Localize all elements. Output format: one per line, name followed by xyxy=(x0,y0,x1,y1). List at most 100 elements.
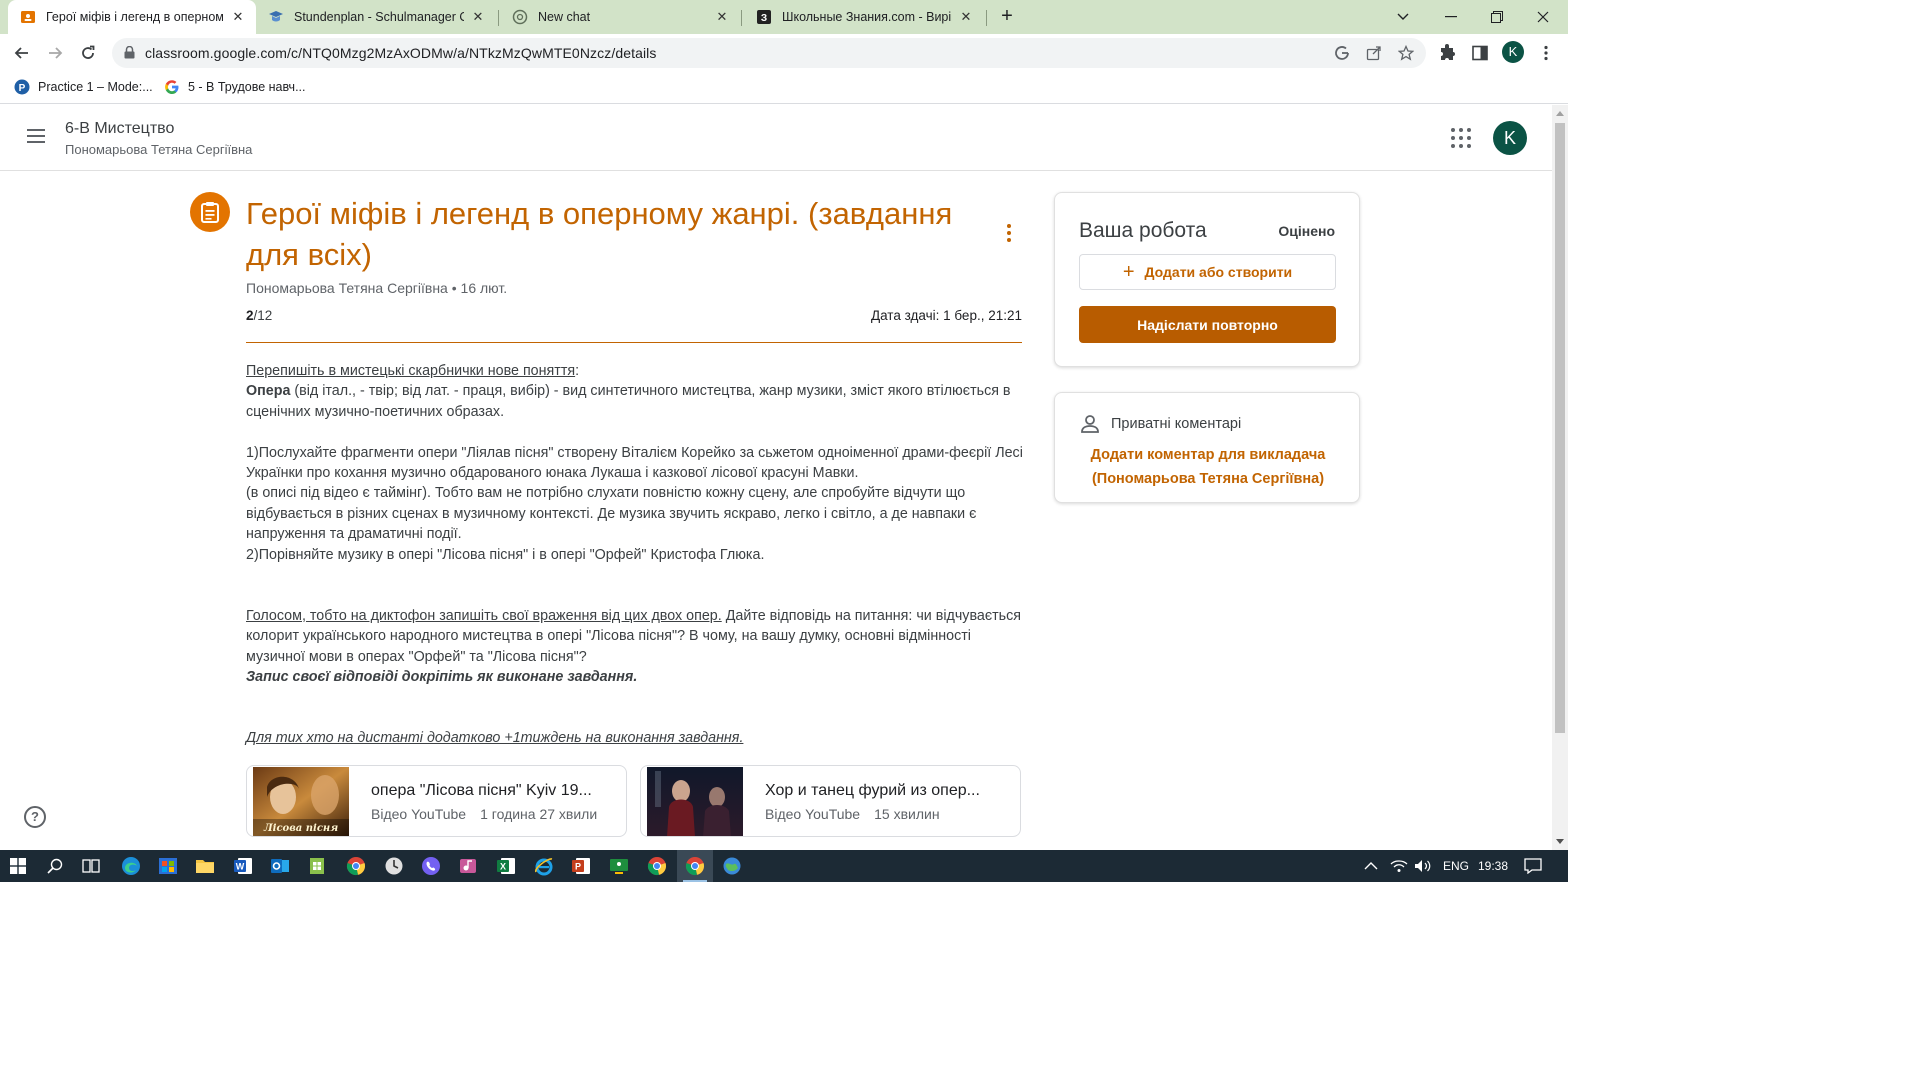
side-panel-icon[interactable] xyxy=(1470,43,1490,63)
private-comments-header: Приватні коментарі xyxy=(1079,413,1241,435)
grade: 2/12 xyxy=(246,308,272,323)
bookmark-trudove[interactable]: 5 - В Трудове навч... xyxy=(164,79,306,95)
classroom-header: 6-В Мистецтво Пономарьова Тетяна Сергіїв… xyxy=(0,105,1552,171)
notifications-icon[interactable] xyxy=(1524,850,1542,882)
scroll-up-icon[interactable] xyxy=(1556,111,1564,116)
attachment-duration: 15 хвилин xyxy=(874,806,940,822)
account-avatar[interactable]: K xyxy=(1493,121,1527,155)
minimize-button[interactable] xyxy=(1428,0,1474,34)
resubmit-button[interactable]: Надіслати повторно xyxy=(1079,306,1336,343)
google-apps-icon[interactable] xyxy=(1450,127,1472,149)
file-explorer-icon[interactable] xyxy=(187,850,223,882)
help-icon[interactable]: ? xyxy=(24,806,46,828)
excel-icon[interactable]: X xyxy=(488,850,524,882)
main-menu-icon[interactable] xyxy=(24,125,48,149)
chrome-menu-icon[interactable] xyxy=(1536,43,1556,63)
windows-start-icon[interactable] xyxy=(0,850,36,882)
bookmarks-bar: P Practice 1 – Mode:... 5 - В Трудове на… xyxy=(0,72,1568,104)
tab-classroom[interactable]: Герої міфів і легенд в оперному ✕ xyxy=(8,0,256,34)
svg-text:X: X xyxy=(500,862,506,872)
chrome-profile-icon[interactable] xyxy=(639,850,675,882)
word-icon[interactable]: W xyxy=(225,850,261,882)
windows-taskbar: W X P ENG 19:38 xyxy=(0,850,1568,882)
globe-app-icon[interactable] xyxy=(714,850,750,882)
desc-bold-italic: Запис своєї відповіді докріпіть як викон… xyxy=(246,669,638,686)
attachment-subtitle: Відео YouTube 1 година 27 хвили xyxy=(371,806,607,822)
tab-strip: Герої міфів і легенд в оперному ✕ Stunde… xyxy=(0,0,1568,34)
restore-button[interactable] xyxy=(1474,0,1520,34)
tab-znanija[interactable]: З Школьные Знания.com - Виріш ✕ xyxy=(744,0,984,34)
attachment-video-2[interactable]: Хор и танец фурий из опер... Відео YouTu… xyxy=(640,765,1021,837)
viber-icon[interactable] xyxy=(413,850,449,882)
back-button[interactable] xyxy=(9,40,35,66)
show-hidden-icons-icon[interactable] xyxy=(1364,850,1378,882)
task-view-icon[interactable] xyxy=(73,850,109,882)
desc-paragraph: (в описі під відео є таймінг). Тобто вам… xyxy=(246,485,977,543)
bookmark-star-icon[interactable] xyxy=(1398,45,1414,61)
forward-button[interactable] xyxy=(42,40,68,66)
attachment-video-1[interactable]: Лісова пісня опера "Лісова пісня" Kyiv 1… xyxy=(246,765,627,837)
attachment-duration: 1 година 27 хвили xyxy=(480,806,598,822)
chrome-active-icon[interactable] xyxy=(677,850,713,882)
close-tab-icon[interactable]: ✕ xyxy=(230,9,246,25)
classroom-app-icon[interactable] xyxy=(601,850,637,882)
desc-paragraph: Для тих хто на дистанті додатково +1тижд… xyxy=(246,728,1026,748)
tab-schulmanager[interactable]: Stundenplan - Schulmanager Onl ✕ xyxy=(256,0,496,34)
add-private-comment-link[interactable]: Додати коментар для викладача (Пономарьо… xyxy=(1075,443,1341,491)
desc-paragraph: Голосом, тобто на диктофон запишіть свої… xyxy=(246,606,1026,667)
google-lens-icon[interactable] xyxy=(1334,45,1350,61)
outlook-icon[interactable] xyxy=(262,850,298,882)
your-work-title: Ваша робота xyxy=(1079,219,1207,242)
desc-paragraph: Опера (від італ., - твір; від лат. - пра… xyxy=(246,381,1026,422)
page-scrollbar[interactable] xyxy=(1552,105,1568,850)
tab-title: Stundenplan - Schulmanager Onl xyxy=(294,10,464,24)
due-date: Дата здачі: 1 бер., 21:21 xyxy=(870,308,1022,323)
extensions-icon[interactable] xyxy=(1437,43,1457,63)
add-or-create-button[interactable]: + Додати або створити xyxy=(1079,254,1336,290)
tab-search-chevron-icon[interactable] xyxy=(1380,0,1426,34)
clock-app-icon[interactable] xyxy=(376,850,412,882)
tab-separator xyxy=(741,10,742,26)
scrollbar-thumb[interactable] xyxy=(1555,123,1565,733)
reload-button[interactable] xyxy=(75,40,101,66)
bookmark-practice[interactable]: P Practice 1 – Mode:... xyxy=(14,79,153,95)
volume-icon[interactable] xyxy=(1414,850,1432,882)
person-icon xyxy=(1079,413,1101,435)
url-text: classroom.google.com/c/NTQ0Mzg2MzAxODMw/… xyxy=(145,45,657,61)
class-name[interactable]: 6-В Мистецтво xyxy=(65,120,174,138)
desc-underline: Перепишіть в мистецькі скарбнички нове п… xyxy=(246,363,576,379)
meta-separator: • xyxy=(451,280,461,296)
internet-explorer-icon[interactable] xyxy=(526,850,562,882)
spreadsheet-app-icon[interactable] xyxy=(299,850,335,882)
attachment-subtitle: Відео YouTube 15 хвилин xyxy=(765,806,1001,822)
thumbnail-caption: Лісова пісня xyxy=(263,823,338,834)
clock[interactable]: 19:38 xyxy=(1478,850,1508,882)
close-tab-icon[interactable]: ✕ xyxy=(958,9,974,25)
scroll-down-icon[interactable] xyxy=(1556,839,1564,844)
grade-total: /12 xyxy=(253,308,273,323)
close-tab-icon[interactable]: ✕ xyxy=(714,9,730,25)
network-icon[interactable] xyxy=(1390,850,1408,882)
input-language[interactable]: ENG xyxy=(1443,850,1469,882)
powerpoint-icon[interactable]: P xyxy=(563,850,599,882)
svg-text:P: P xyxy=(19,83,26,94)
private-comments-card: Приватні коментарі Додати коментар для в… xyxy=(1054,392,1360,503)
edge-icon[interactable] xyxy=(113,850,149,882)
close-window-button[interactable] xyxy=(1520,0,1566,34)
attachment-source: Відео YouTube xyxy=(765,806,861,822)
profile-avatar[interactable]: K xyxy=(1502,41,1524,63)
new-tab-button[interactable]: + xyxy=(996,6,1018,28)
store-icon[interactable] xyxy=(150,850,186,882)
video-thumbnail xyxy=(647,767,743,836)
tab-new-chat[interactable]: New chat ✕ xyxy=(500,0,740,34)
add-or-create-label: Додати або створити xyxy=(1144,264,1293,280)
chrome-icon[interactable] xyxy=(338,850,374,882)
search-icon[interactable] xyxy=(37,850,73,882)
address-bar[interactable]: classroom.google.com/c/NTQ0Mzg2MzAxODMw/… xyxy=(112,38,1426,68)
more-options-icon[interactable] xyxy=(998,220,1020,246)
media-app-icon[interactable] xyxy=(450,850,486,882)
tab-separator xyxy=(986,10,987,26)
classroom-icon xyxy=(20,9,36,25)
close-tab-icon[interactable]: ✕ xyxy=(470,9,486,25)
share-icon[interactable] xyxy=(1366,45,1382,61)
